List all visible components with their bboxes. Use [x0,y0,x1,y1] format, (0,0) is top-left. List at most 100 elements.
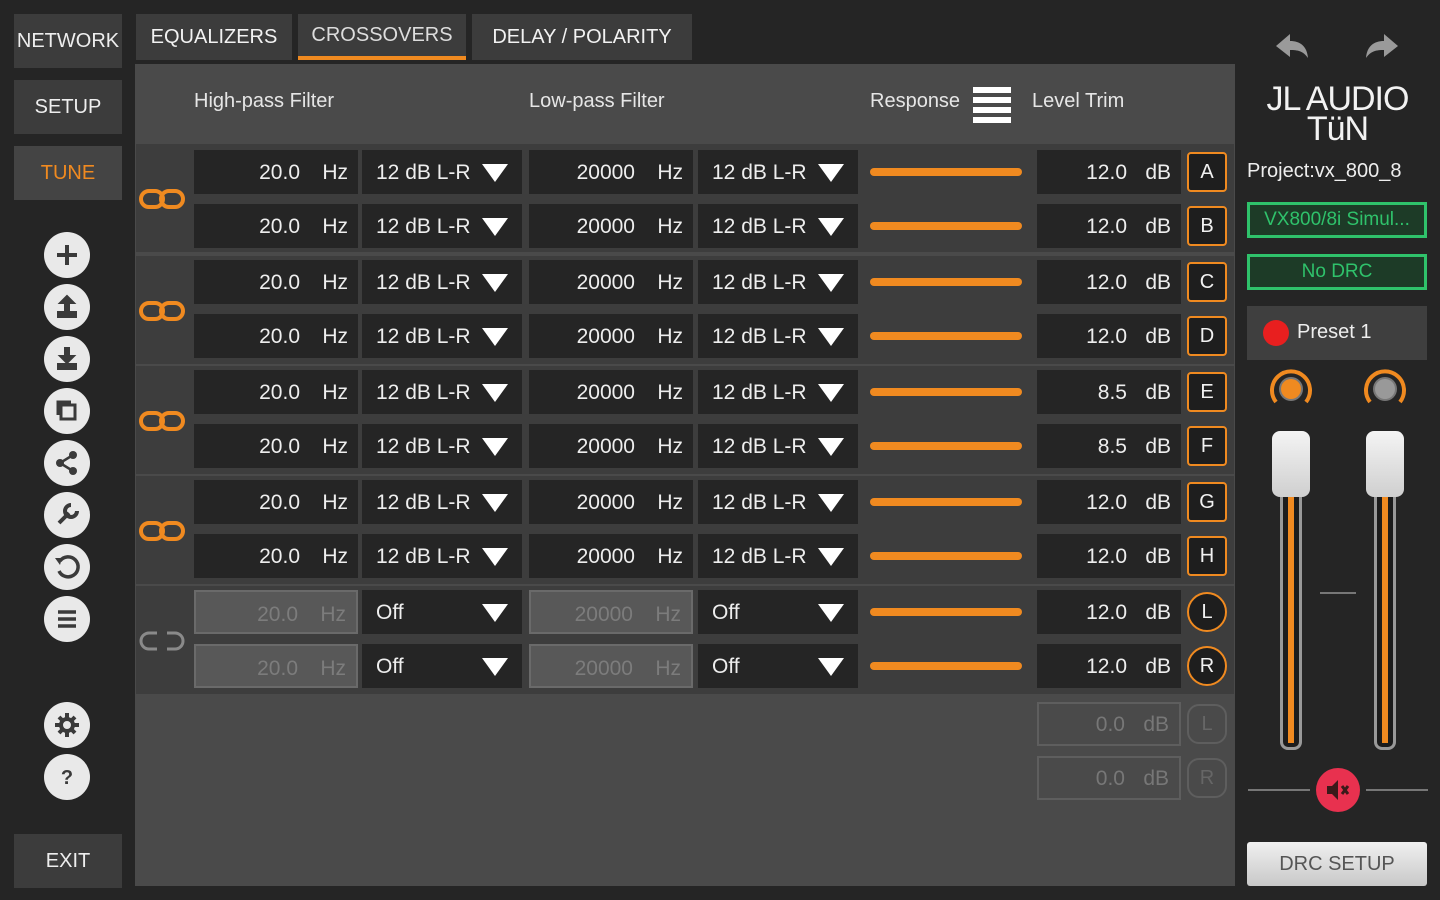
highpass-frequency-field[interactable]: 20.0 Hz [194,204,358,248]
undo-arrow-icon[interactable] [1272,30,1312,64]
nav-tune[interactable]: TUNE [14,146,122,200]
lowpass-frequency-field[interactable]: 20000 Hz [529,480,693,524]
response-curve[interactable] [870,278,1022,286]
level-trim-field[interactable]: 12.0 dB [1037,260,1181,304]
copy-icon[interactable] [44,388,90,434]
highpass-slope-dropdown[interactable]: 12 dB L-R [362,534,522,578]
channel-label-g[interactable]: G [1187,482,1227,522]
right-knob-icon[interactable] [1362,366,1408,412]
lowpass-frequency-field[interactable]: 20000 Hz [529,534,693,578]
lowpass-frequency-field[interactable]: 20000 Hz [529,424,693,468]
response-curve[interactable] [870,332,1022,340]
highpass-frequency-field[interactable]: 20.0 Hz [194,150,358,194]
lowpass-frequency-field[interactable]: 20000 Hz [529,150,693,194]
lowpass-frequency-field[interactable]: 20000 Hz [529,644,693,688]
channel-label-l[interactable]: L [1187,592,1227,632]
lowpass-slope-dropdown[interactable]: 12 dB L-R [698,314,858,358]
response-curve[interactable] [870,168,1022,176]
level-trim-field[interactable]: 12.0 dB [1037,150,1181,194]
highpass-slope-dropdown[interactable]: 12 dB L-R [362,260,522,304]
level-trim-field[interactable]: 12.0 dB [1037,480,1181,524]
highpass-frequency-field[interactable]: 20.0 Hz [194,424,358,468]
undo-icon[interactable] [44,544,90,590]
left-fader-thumb[interactable] [1272,431,1310,497]
lowpass-slope-dropdown[interactable]: 12 dB L-R [698,424,858,468]
highpass-frequency-field[interactable]: 20.0 Hz [194,590,358,634]
channel-label-d[interactable]: D [1187,316,1227,356]
highpass-frequency-field[interactable]: 20.0 Hz [194,314,358,358]
highpass-frequency-field[interactable]: 20.0 Hz [194,480,358,524]
lowpass-frequency-field[interactable]: 20000 Hz [529,204,693,248]
level-trim-field[interactable]: 8.5 dB [1037,370,1181,414]
highpass-slope-dropdown[interactable]: 12 dB L-R [362,204,522,248]
level-trim-field[interactable]: 12.0 dB [1037,590,1181,634]
level-trim-field[interactable]: 8.5 dB [1037,424,1181,468]
lowpass-slope-dropdown[interactable]: 12 dB L-R [698,534,858,578]
channel-label-h[interactable]: H [1187,536,1227,576]
lowpass-slope-dropdown[interactable]: 12 dB L-R [698,260,858,304]
lowpass-slope-dropdown[interactable]: 12 dB L-R [698,480,858,524]
response-curve[interactable] [870,498,1022,506]
gear-icon[interactable] [44,702,90,748]
level-trim-field[interactable]: 12.0 dB [1037,204,1181,248]
drc-setup-button[interactable]: DRC SETUP [1247,842,1427,886]
lowpass-slope-dropdown[interactable]: 12 dB L-R [698,204,858,248]
response-curve[interactable] [870,608,1022,616]
lowpass-frequency-field[interactable]: 20000 Hz [529,370,693,414]
highpass-slope-dropdown[interactable]: 12 dB L-R [362,424,522,468]
response-curve[interactable] [870,662,1022,670]
nav-network[interactable]: NETWORK [14,14,122,68]
highpass-slope-dropdown[interactable]: Off [362,590,522,634]
left-knob-icon[interactable] [1268,366,1314,412]
tab-delay-polarity[interactable]: DELAY / POLARITY [472,14,692,60]
mute-icon[interactable] [1316,768,1360,812]
level-trim-field[interactable]: 12.0 dB [1037,534,1181,578]
response-curve[interactable] [870,222,1022,230]
highpass-slope-dropdown[interactable]: 12 dB L-R [362,370,522,414]
highpass-slope-dropdown[interactable]: Off [362,644,522,688]
link-icon[interactable] [139,188,185,210]
nav-setup[interactable]: SETUP [14,80,122,134]
link-icon[interactable] [139,410,185,432]
response-curve[interactable] [870,552,1022,560]
exit-button[interactable]: EXIT [14,834,122,888]
lowpass-slope-dropdown[interactable]: Off [698,644,858,688]
highpass-slope-dropdown[interactable]: 12 dB L-R [362,150,522,194]
highpass-frequency-field[interactable]: 20.0 Hz [194,534,358,578]
highpass-slope-dropdown[interactable]: 12 dB L-R [362,314,522,358]
right-fader-thumb[interactable] [1366,431,1404,497]
channel-label-a[interactable]: A [1187,152,1227,192]
channel-label-r[interactable]: R [1187,646,1227,686]
tab-crossovers[interactable]: CROSSOVERS [298,14,466,60]
share-icon[interactable] [44,440,90,486]
preset-button[interactable]: Preset 1 [1247,306,1427,360]
channel-label-b[interactable]: B [1187,206,1227,246]
highpass-frequency-field[interactable]: 20.0 Hz [194,370,358,414]
highpass-frequency-field[interactable]: 20.0 Hz [194,260,358,304]
tab-equalizers[interactable]: EQUALIZERS [136,14,292,60]
lowpass-slope-dropdown[interactable]: 12 dB L-R [698,150,858,194]
drc-status-button[interactable]: No DRC [1247,254,1427,290]
response-curve[interactable] [870,388,1022,396]
lowpass-slope-dropdown[interactable]: 12 dB L-R [698,370,858,414]
upload-icon[interactable] [44,284,90,330]
level-trim-field[interactable]: 12.0 dB [1037,644,1181,688]
help-icon[interactable]: ? [44,754,90,800]
add-icon[interactable] [44,232,90,278]
highpass-frequency-field[interactable]: 20.0 Hz [194,644,358,688]
device-button[interactable]: VX800/8i Simul... [1247,202,1427,238]
response-menu-icon[interactable] [973,87,1011,123]
channel-label-e[interactable]: E [1187,372,1227,412]
link-icon[interactable] [139,520,185,542]
lowpass-slope-dropdown[interactable]: Off [698,590,858,634]
lowpass-frequency-field[interactable]: 20000 Hz [529,590,693,634]
download-icon[interactable] [44,336,90,382]
link-icon[interactable] [139,300,185,322]
unlink-icon[interactable] [139,630,185,652]
lowpass-frequency-field[interactable]: 20000 Hz [529,260,693,304]
response-curve[interactable] [870,442,1022,450]
lowpass-frequency-field[interactable]: 20000 Hz [529,314,693,358]
redo-arrow-icon[interactable] [1362,30,1402,64]
wrench-icon[interactable] [44,492,90,538]
list-icon[interactable] [44,596,90,642]
